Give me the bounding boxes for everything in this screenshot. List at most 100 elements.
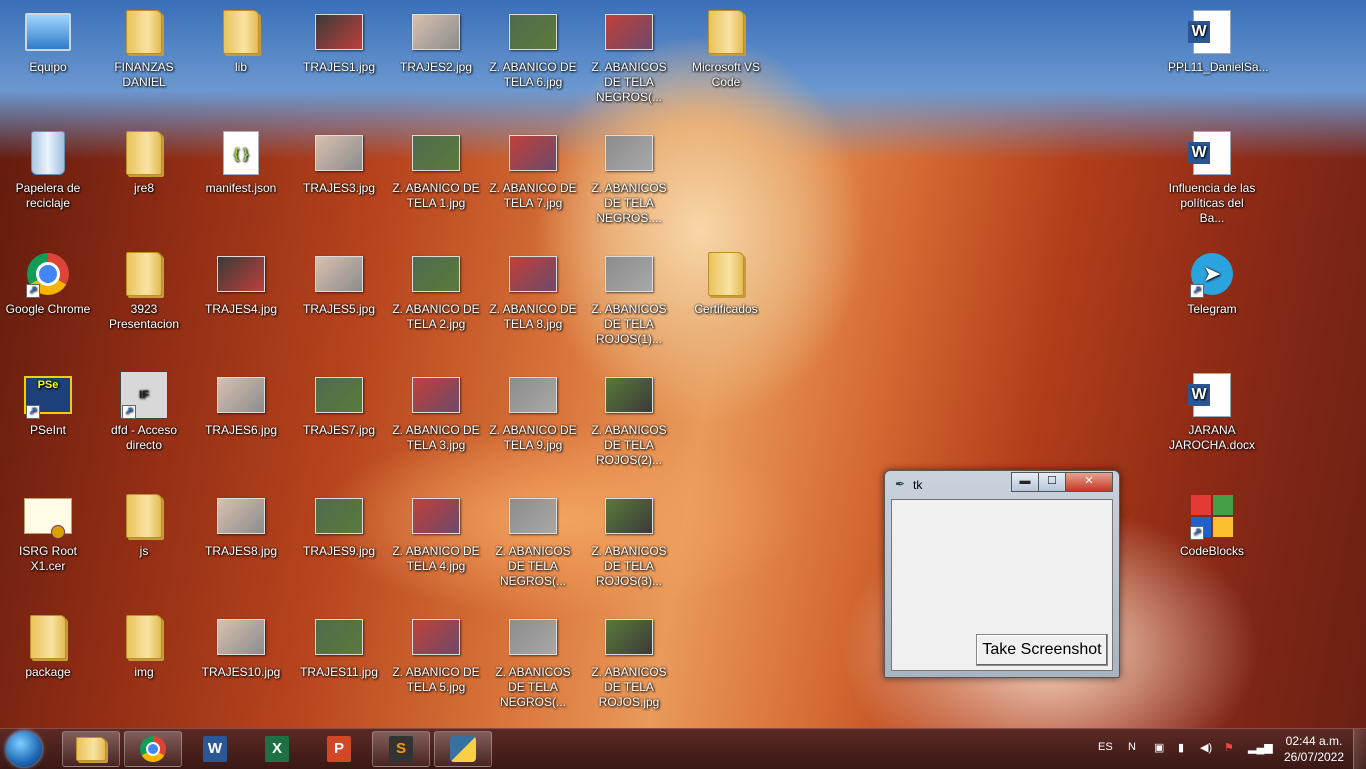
desktop-icon[interactable]: Z. ABANICOS DE TELA ROJOS.jpg xyxy=(583,613,675,710)
taskbar-python-button[interactable] xyxy=(434,731,492,767)
desktop-icon[interactable]: Z. ABANICO DE TELA 6.jpg xyxy=(487,8,579,90)
desktop-icon[interactable]: Certificados xyxy=(680,250,772,317)
desktop-icon[interactable]: ↗ CodeBlocks xyxy=(1166,492,1258,559)
desktop-icon[interactable]: ↗ Google Chrome xyxy=(2,250,94,317)
taskbar-word-button[interactable]: W xyxy=(186,731,244,767)
clock[interactable]: 02:44 a.m. 26/07/2022 xyxy=(1274,733,1354,765)
desktop-icon[interactable]: JARANA JAROCHA.docx xyxy=(1166,371,1258,453)
desktop-icon[interactable]: TRAJES6.jpg xyxy=(195,371,287,438)
desktop-icon-label: Microsoft VS Code xyxy=(691,60,760,89)
json-file-icon: { } xyxy=(223,131,259,175)
close-button[interactable]: ✕ xyxy=(1065,472,1113,492)
clock-date: 26/07/2022 xyxy=(1283,750,1345,764)
desktop-icon[interactable]: Z. ABANICO DE TELA 5.jpg xyxy=(390,613,482,695)
desktop-icon[interactable]: Z. ABANICO DE TELA 7.jpg xyxy=(487,129,579,211)
desktop-icon[interactable]: TRAJES4.jpg xyxy=(195,250,287,317)
desktop-icon[interactable]: Z. ABANICO DE TELA 8.jpg xyxy=(487,250,579,332)
desktop-icon[interactable]: TRAJES10.jpg xyxy=(195,613,287,680)
desktop-icon[interactable]: package xyxy=(2,613,94,680)
desktop-icon[interactable]: TRAJES11.jpg xyxy=(293,613,385,680)
folder-icon xyxy=(30,615,66,659)
taskbar-excel-button[interactable]: X xyxy=(248,731,306,767)
desktop-icon[interactable]: TRAJES3.jpg xyxy=(293,129,385,196)
desktop-icon[interactable]: Z. ABANICOS DE TELA NEGROS(... xyxy=(583,8,675,105)
desktop-icon[interactable]: FINANZAS DANIEL xyxy=(98,8,190,90)
shortcut-arrow-icon: ↗ xyxy=(122,405,136,419)
desktop-icon[interactable]: TRAJES5.jpg xyxy=(293,250,385,317)
desktop-icon-label: Z. ABANICOS DE TELA ROJOS(2)... xyxy=(591,423,667,467)
image-thumbnail-icon xyxy=(217,256,265,292)
desktop-icon[interactable]: Papelera de reciclaje xyxy=(2,129,94,211)
desktop-icon-graphic: IF ↗ xyxy=(120,371,168,419)
language-indicator[interactable]: ES xyxy=(1098,741,1113,753)
desktop-icon[interactable]: TRAJES9.jpg xyxy=(293,492,385,559)
desktop-icon[interactable]: PSe ↗ PSeInt xyxy=(2,371,94,438)
desktop-icon-label: TRAJES4.jpg xyxy=(204,302,278,316)
desktop-icon[interactable]: ➤ ↗ Telegram xyxy=(1166,250,1258,317)
desktop-icon[interactable]: Z. ABANICOS DE TELA NEGROS.... xyxy=(583,129,675,226)
desktop-icon[interactable]: Z. ABANICOS DE TELA ROJOS(2)... xyxy=(583,371,675,468)
desktop-icon-graphic xyxy=(120,250,168,298)
wifi-signal-icon[interactable]: ▂▄▆ xyxy=(1248,741,1273,754)
desktop-icon[interactable]: TRAJES1.jpg xyxy=(293,8,385,75)
desktop-icon[interactable]: Z. ABANICOS DE TELA ROJOS(3)... xyxy=(583,492,675,589)
desktop-icon[interactable]: TRAJES7.jpg xyxy=(293,371,385,438)
network-tray-icon[interactable]: ▣ xyxy=(1154,741,1164,754)
desktop-icon[interactable]: Z. ABANICOS DE TELA ROJOS(1)... xyxy=(583,250,675,347)
desktop-icon[interactable]: PPL11_DanielSa... xyxy=(1166,8,1269,75)
desktop-icon-label: TRAJES1.jpg xyxy=(302,60,376,74)
tk-window[interactable]: ✒ tk ▬ ☐ ✕ Take Screenshot xyxy=(884,470,1120,678)
desktop-icon[interactable]: Z. ABANICO DE TELA 3.jpg xyxy=(390,371,482,453)
desktop-icon-graphic xyxy=(217,371,265,419)
taskbar-powerpoint-button[interactable]: P xyxy=(310,731,368,767)
taskbar-chrome-button[interactable] xyxy=(124,731,182,767)
desktop-icon[interactable]: { } manifest.json xyxy=(195,129,287,196)
taskbar-explorer-button[interactable] xyxy=(62,731,120,767)
desktop-icon[interactable]: TRAJES8.jpg xyxy=(195,492,287,559)
desktop-icon-label: Z. ABANICOS DE TELA NEGROS(... xyxy=(591,60,667,104)
battery-icon[interactable]: ▮ xyxy=(1178,741,1184,754)
desktop-icon[interactable]: IF ↗ dfd - Acceso directo xyxy=(98,371,190,453)
desktop-icon[interactable]: Microsoft VS Code xyxy=(680,8,772,90)
desktop-icon[interactable]: lib xyxy=(195,8,287,75)
computer-icon xyxy=(25,13,71,51)
desktop-icon[interactable]: img xyxy=(98,613,190,680)
volume-icon[interactable]: ◀) xyxy=(1200,741,1212,754)
desktop-icon[interactable]: jre8 xyxy=(98,129,190,196)
desktop-icon[interactable]: Z. ABANICO DE TELA 9.jpg xyxy=(487,371,579,453)
desktop-icon-label: js xyxy=(139,544,149,558)
desktop-icon-graphic xyxy=(605,8,653,56)
folder-icon xyxy=(126,131,162,175)
image-thumbnail-icon xyxy=(605,498,653,534)
desktop-icon[interactable]: js xyxy=(98,492,190,559)
desktop-icon[interactable]: Z. ABANICO DE TELA 4.jpg xyxy=(390,492,482,574)
minimize-button[interactable]: ▬ xyxy=(1011,472,1039,492)
desktop-icon[interactable]: Influencia de las políticas del Ba... xyxy=(1166,129,1258,226)
desktop-icon[interactable]: 3923 Presentacion xyxy=(98,250,190,332)
desktop-icon-label: ISRG Root X1.cer xyxy=(18,544,78,573)
desktop-icon[interactable]: TRAJES2.jpg xyxy=(390,8,482,75)
maximize-button[interactable]: ☐ xyxy=(1038,472,1066,492)
take-screenshot-button[interactable]: Take Screenshot xyxy=(976,634,1108,666)
desktop-icon[interactable]: Z. ABANICO DE TELA 1.jpg xyxy=(390,129,482,211)
desktop-icon[interactable]: ISRG Root X1.cer xyxy=(2,492,94,574)
desktop-icon-graphic xyxy=(412,8,460,56)
onenote-tray-icon[interactable]: N xyxy=(1128,741,1136,753)
desktop-icon[interactable]: Equipo xyxy=(2,8,94,75)
desktop-icon-graphic xyxy=(217,8,265,56)
taskbar-sublime-button[interactable]: S xyxy=(372,731,430,767)
desktop-icon-graphic xyxy=(1188,8,1236,56)
desktop-icon-label: TRAJES8.jpg xyxy=(204,544,278,558)
desktop-icon-label: PSeInt xyxy=(29,423,67,437)
show-desktop-button[interactable] xyxy=(1353,729,1366,769)
start-button[interactable] xyxy=(6,731,42,767)
desktop-icon-label: Z. ABANICO DE TELA 8.jpg xyxy=(489,302,577,331)
action-center-flag-icon[interactable]: ⚑ xyxy=(1224,741,1234,754)
desktop-icon[interactable]: Z. ABANICOS DE TELA NEGROS(... xyxy=(487,613,579,710)
desktop-icon-label: Z. ABANICO DE TELA 7.jpg xyxy=(489,181,577,210)
desktop-icon-label: PPL11_DanielSa... xyxy=(1168,60,1269,74)
desktop-icon[interactable]: Z. ABANICOS DE TELA NEGROS(... xyxy=(487,492,579,589)
desktop-icon[interactable]: Z. ABANICO DE TELA 2.jpg xyxy=(390,250,482,332)
window-title: tk xyxy=(913,478,923,492)
desktop-icon-graphic xyxy=(605,613,653,661)
